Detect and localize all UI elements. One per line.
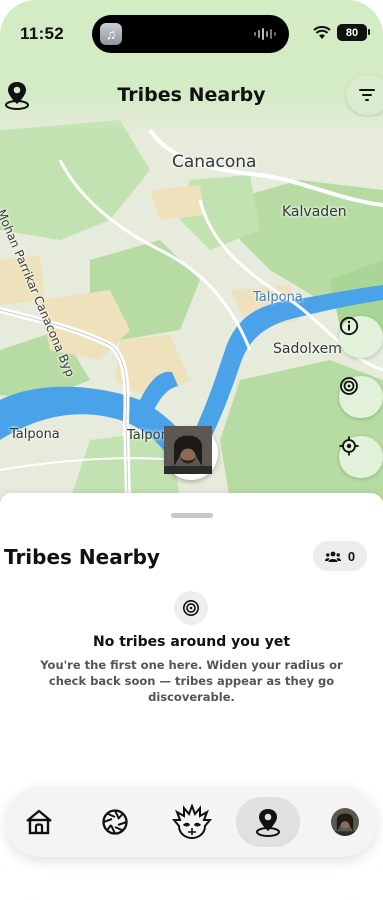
radar-icon — [340, 377, 358, 395]
tab-discover[interactable] — [90, 797, 140, 847]
home-icon — [26, 809, 52, 835]
map-label-talpona-river: Talpona — [253, 290, 303, 305]
people-icon — [324, 551, 341, 562]
map-label-talpona-west: Talpona — [10, 427, 60, 442]
tribe-count-badge: 0 — [313, 541, 367, 571]
radius-button[interactable] — [339, 376, 383, 418]
top-header: 11:52 ♫ 80 Tribes Nearby — [0, 0, 383, 134]
empty-state-icon-wrap — [174, 591, 208, 625]
filter-button[interactable] — [346, 75, 383, 115]
empty-state-description: You're the first one here. Widen your ra… — [40, 658, 343, 704]
bottom-tab-bar — [6, 787, 377, 857]
sheet-grabber[interactable] — [171, 513, 213, 518]
tab-nearby[interactable] — [236, 797, 300, 847]
map-label-sadolxem: Sadolxem — [273, 341, 342, 357]
empty-state-title: No tribes around you yet — [92, 634, 291, 650]
aperture-icon — [102, 809, 128, 835]
radar-icon — [182, 599, 200, 617]
tribe-count: 0 — [347, 548, 356, 564]
music-app-icon: ♫ — [100, 23, 122, 45]
sheet-title: Tribes Nearby — [4, 545, 160, 569]
battery-indicator: 80 — [337, 24, 370, 41]
filter-lines-icon — [359, 89, 375, 101]
nearby-pin-icon — [256, 809, 280, 837]
tribal-mask-icon — [172, 804, 212, 840]
map-label-kalvaden: Kalvaden — [282, 204, 347, 220]
info-button[interactable] — [339, 316, 383, 358]
page-title: Tribes Nearby — [117, 84, 266, 106]
audio-waveform-icon — [254, 28, 276, 40]
wifi-icon — [313, 25, 331, 39]
status-time: 11:52 — [20, 24, 65, 43]
tab-home[interactable] — [14, 797, 64, 847]
tab-profile[interactable] — [320, 797, 370, 847]
app-screen: Canacona Kalvaden Talpona Sadolxem Talpo… — [0, 0, 383, 900]
profile-avatar — [331, 808, 359, 836]
dynamic-island[interactable]: ♫ — [92, 15, 289, 53]
locate-me-button[interactable] — [339, 436, 383, 478]
info-icon — [339, 316, 359, 336]
user-avatar — [164, 426, 215, 477]
crosshair-icon — [339, 436, 359, 456]
user-location-marker[interactable] — [164, 426, 218, 480]
status-indicators: 80 — [313, 24, 370, 41]
tab-tribes[interactable] — [167, 797, 217, 847]
map-label-canacona: Canacona — [172, 152, 257, 172]
